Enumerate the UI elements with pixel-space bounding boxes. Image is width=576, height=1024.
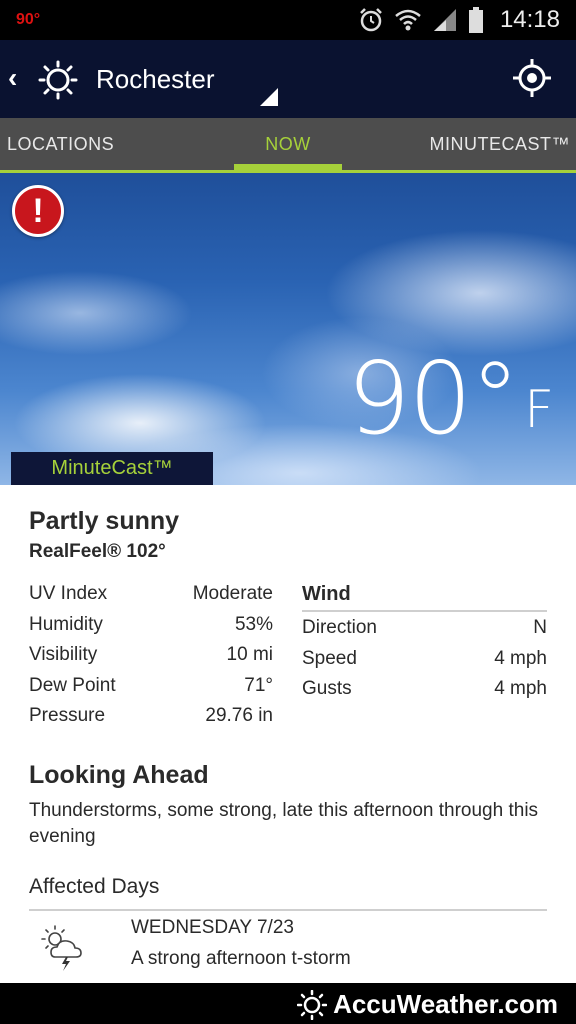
- stat-value: 10 mi: [226, 644, 273, 665]
- stat-value: Moderate: [192, 583, 273, 604]
- temperature-value: 90°: [346, 340, 520, 457]
- alert-icon[interactable]: !: [12, 185, 64, 237]
- temperature-unit: F: [524, 380, 554, 440]
- alarm-clock-icon: [360, 8, 382, 32]
- stat-label: Visibility: [29, 644, 98, 665]
- signal-icon: [434, 9, 456, 31]
- tab-bar: LOCATIONS NOW MINUTECAST™: [0, 118, 576, 173]
- footer: AccuWeather.com: [0, 983, 576, 1024]
- wind-label: Speed: [302, 647, 357, 669]
- stat-row-humidity: Humidity 53%: [29, 614, 273, 645]
- tab-minutecast[interactable]: MINUTECAST™: [430, 118, 571, 170]
- wind-value: 4 mph: [494, 647, 547, 669]
- wind-value: 4 mph: [494, 678, 547, 699]
- stat-label: UV Index: [29, 583, 108, 604]
- status-temp: 90°: [16, 11, 41, 28]
- status-time: 14:18: [499, 6, 560, 33]
- tab-now[interactable]: NOW: [234, 118, 342, 170]
- wind-label: Gusts: [302, 678, 352, 699]
- current-temperature: 90° F: [347, 349, 554, 449]
- stat-value: 71°: [244, 674, 273, 696]
- stats-list: UV Index Moderate Humidity 53% Visibilit…: [29, 583, 273, 736]
- dropdown-triangle-icon[interactable]: [260, 88, 278, 106]
- current-conditions-panel: Partly sunny RealFeel® 102° UV Index Mod…: [0, 485, 576, 983]
- affected-day-date: WEDNESDAY 7/23: [131, 917, 294, 938]
- sun-icon[interactable]: [38, 60, 78, 100]
- location-name[interactable]: Rochester: [96, 64, 215, 95]
- wind-row-speed: Speed 4 mph: [302, 648, 547, 679]
- stat-row-uv: UV Index Moderate: [29, 583, 273, 614]
- stat-row-dew-point: Dew Point 71°: [29, 675, 273, 706]
- condition-text: Partly sunny: [29, 507, 180, 535]
- affected-day-row[interactable]: WEDNESDAY 7/23 A strong afternoon t-stor…: [29, 915, 547, 979]
- stat-label: Pressure: [29, 705, 106, 726]
- looking-ahead-title: Looking Ahead: [29, 761, 209, 789]
- wind-label: Direction: [302, 617, 377, 638]
- thunderstorm-sun-icon: [41, 925, 82, 971]
- back-chevron-icon[interactable]: ‹: [8, 62, 17, 94]
- wind-title: Wind: [302, 583, 547, 612]
- wind-row-gusts: Gusts 4 mph: [302, 678, 547, 709]
- stat-row-visibility: Visibility 10 mi: [29, 644, 273, 675]
- minutecast-button[interactable]: MinuteCast™: [11, 452, 213, 485]
- wind-row-direction: Direction N: [302, 617, 547, 648]
- stat-row-pressure: Pressure 29.76 in: [29, 705, 273, 736]
- tab-locations[interactable]: LOCATIONS: [7, 118, 114, 170]
- stat-label: Dew Point: [29, 674, 116, 696]
- realfeel-text: RealFeel® 102°: [29, 541, 166, 562]
- affected-day-description: A strong afternoon t-storm: [131, 948, 351, 969]
- locate-icon[interactable]: [512, 58, 552, 98]
- stat-label: Humidity: [29, 613, 103, 635]
- wind-section: Wind Direction N Speed 4 mph Gusts 4 mph: [302, 583, 547, 709]
- tab-now-label: NOW: [265, 134, 311, 154]
- accuweather-logo[interactable]: AccuWeather.com: [297, 989, 558, 1020]
- action-bar: ‹ Rochester: [0, 40, 576, 118]
- battery-icon: [469, 7, 483, 33]
- stat-value: 53%: [234, 613, 273, 635]
- accuweather-sun-icon: [297, 989, 328, 1020]
- wind-value: N: [533, 617, 547, 638]
- wifi-icon: [395, 9, 421, 31]
- looking-ahead-text: Thunderstorms, some strong, late this af…: [29, 800, 539, 847]
- status-bar: 90° 14:18: [0, 0, 576, 40]
- status-icons: [358, 6, 484, 34]
- stat-value: 29.76 in: [205, 705, 273, 726]
- sky-hero: ! 90° F MinuteCast™: [0, 173, 576, 485]
- affected-days-title: Affected Days: [29, 875, 547, 911]
- brand-text: AccuWeather.com: [333, 989, 558, 1019]
